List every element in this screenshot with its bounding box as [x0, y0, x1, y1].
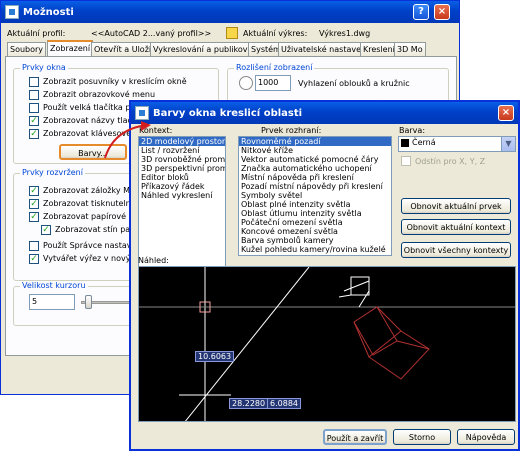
element-item[interactable]: Rovnoměrné pozadí — [239, 137, 391, 146]
tab-files[interactable]: Soubory — [7, 42, 47, 56]
help-label: Nápověda — [465, 433, 507, 442]
tab-display[interactable]: Zobrazení — [47, 40, 94, 56]
drawing-label: Aktuální výkres: — [243, 29, 308, 38]
color-value: Černá — [412, 138, 436, 147]
tab-3d-modeling[interactable]: 3D Mo — [394, 42, 426, 56]
preview-readout-3: 6.0884 — [267, 398, 301, 409]
tab-user-preferences[interactable]: Uživatelské nastavení — [278, 42, 372, 56]
element-item[interactable]: Symboly světel — [239, 191, 391, 200]
layout-elements-title: Prvky rozvržení — [20, 168, 85, 177]
screen-menu-label: Zobrazit obrazovkové menu — [43, 90, 156, 99]
colors-titlebar[interactable]: Barvy okna kreslicí oblasti × — [131, 102, 518, 124]
preview-area: 10.6063 28.2280 6.0884 — [138, 266, 516, 422]
close-icon[interactable]: × — [498, 105, 514, 121]
paper-shadow-label: Zobrazovat stín papír — [55, 225, 141, 234]
display-resolution-title: Rozlišení zobrazení — [234, 63, 315, 72]
preview-readout-1: 10.6063 — [195, 351, 235, 362]
model-tabs-checkbox[interactable]: ✓ — [29, 186, 39, 196]
element-item[interactable]: Oblast plné intenzity světla — [239, 200, 391, 209]
arc-smoothness-label: Vyhlazení oblouků a kružnic — [298, 79, 410, 88]
resolution-icon — [239, 76, 253, 90]
tab-plot-publish[interactable]: Vykreslování a publikování — [150, 42, 263, 56]
preview-label: Náhled: — [138, 256, 169, 265]
restore-context-button[interactable]: Obnovit aktuální kontext — [401, 219, 511, 235]
arc-smoothness-input[interactable]: 1000 — [255, 75, 291, 91]
element-item[interactable]: Kužel pohledu kamery/rovina kuželé — [239, 245, 391, 254]
options-title: Možnosti — [23, 6, 74, 18]
paper-shadow-checkbox[interactable]: ✓ — [41, 225, 51, 235]
help-button[interactable]: Nápověda — [457, 429, 515, 445]
colors-title: Barvy okna kreslicí oblasti — [153, 107, 303, 119]
options-titlebar[interactable]: Možnosti ? × — [1, 1, 459, 23]
drawing-icon — [226, 27, 238, 39]
close-icon[interactable]: × — [434, 4, 450, 20]
element-item[interactable]: Oblast útlumu intenzity světla — [239, 209, 391, 218]
preview-readout-2: 28.2280 — [229, 398, 269, 409]
cancel-label: Storno — [408, 433, 436, 442]
tint-xyz-label: Odstín pro X, Y, Z — [415, 157, 486, 166]
interface-element-list: Rovnoměrné pozadí Nitkové kříže Vektor a… — [238, 136, 392, 256]
tint-xyz-checkbox[interactable] — [401, 156, 411, 166]
preview-canvas — [139, 267, 515, 421]
crosshair-slider-thumb[interactable] — [85, 295, 92, 309]
scrollbars-label: Zobrazit posuvníky v kreslícím okně — [43, 77, 187, 86]
camera-glyph — [338, 276, 370, 308]
tooltips-checkbox[interactable]: ✓ — [29, 116, 39, 126]
shortcut-keys-checkbox[interactable]: ✓ — [29, 129, 39, 139]
tab-open-save[interactable]: Otevřít a Uložit — [91, 42, 158, 56]
context-item[interactable]: Náhled vykreslení — [139, 191, 225, 200]
scrollbars-checkbox[interactable] — [29, 77, 39, 87]
context-item[interactable]: Editor bloků — [139, 173, 225, 182]
printable-area-checkbox[interactable]: ✓ — [29, 199, 39, 209]
element-item[interactable]: Značka automatického uchopení — [239, 164, 391, 173]
element-item[interactable]: Pozadí místní nápovědy při kreslení — [239, 182, 391, 191]
crosshair-size-title: Velikost kurzoru — [20, 281, 88, 290]
apply-close-button[interactable]: Použít a zavřít — [323, 429, 387, 445]
help-icon[interactable]: ? — [413, 4, 429, 20]
window-elements-title: Prvky okna — [20, 63, 68, 72]
element-item[interactable]: Barva symbolů kamery — [239, 236, 391, 245]
drawing-value: Výkres1.dwg — [319, 29, 371, 38]
screen-menu-checkbox[interactable] — [29, 90, 39, 100]
chevron-down-icon[interactable]: ▼ — [501, 137, 515, 151]
element-label: Prvek rozhraní: — [261, 126, 322, 135]
restore-element-label: Obnovit aktuální prvek — [410, 202, 502, 211]
tab-drafting[interactable]: Kreslení — [360, 42, 398, 56]
color-select[interactable]: Černá ▼ — [398, 136, 516, 152]
autocad-app-icon — [5, 5, 19, 19]
apply-close-label: Použít a zavřít — [326, 434, 384, 443]
light-glyph — [353, 306, 430, 380]
profile-label: Aktuální profil: — [7, 29, 66, 38]
cancel-button[interactable]: Storno — [393, 429, 451, 445]
element-item[interactable]: Nitkové kříže — [239, 146, 391, 155]
crosshair-size-input[interactable]: 5 — [29, 294, 75, 310]
element-item[interactable]: Počáteční omezení světla — [239, 218, 391, 227]
profile-value: <<AutoCAD 2...vaný profil>> — [91, 29, 212, 38]
color-label: Barva: — [399, 126, 426, 135]
page-setup-manager-checkbox[interactable] — [29, 241, 39, 251]
large-buttons-checkbox[interactable] — [29, 103, 39, 113]
restore-all-label: Obnovit všechny kontexty — [403, 246, 509, 255]
element-item[interactable]: Místní nápověda při kreslení — [239, 173, 391, 182]
restore-context-label: Obnovit aktuální kontext — [406, 223, 506, 232]
restore-all-button[interactable]: Obnovit všechny kontexty — [401, 242, 511, 258]
paper-background-checkbox[interactable]: ✓ — [29, 212, 39, 222]
pointer-arrow — [104, 121, 151, 159]
create-viewport-checkbox[interactable]: ✓ — [29, 254, 39, 264]
restore-element-button[interactable]: Obnovit aktuální prvek — [401, 198, 511, 214]
element-item[interactable]: Koncové omezení světla — [239, 227, 391, 236]
context-item[interactable]: Příkazový řádek — [139, 182, 225, 191]
element-item[interactable]: Vektor automatické pomocné čáry — [239, 155, 391, 164]
color-swatch — [401, 138, 409, 147]
drawing-colors-dialog: Barvy okna kreslicí oblasti × Kontext: 2… — [129, 100, 520, 451]
